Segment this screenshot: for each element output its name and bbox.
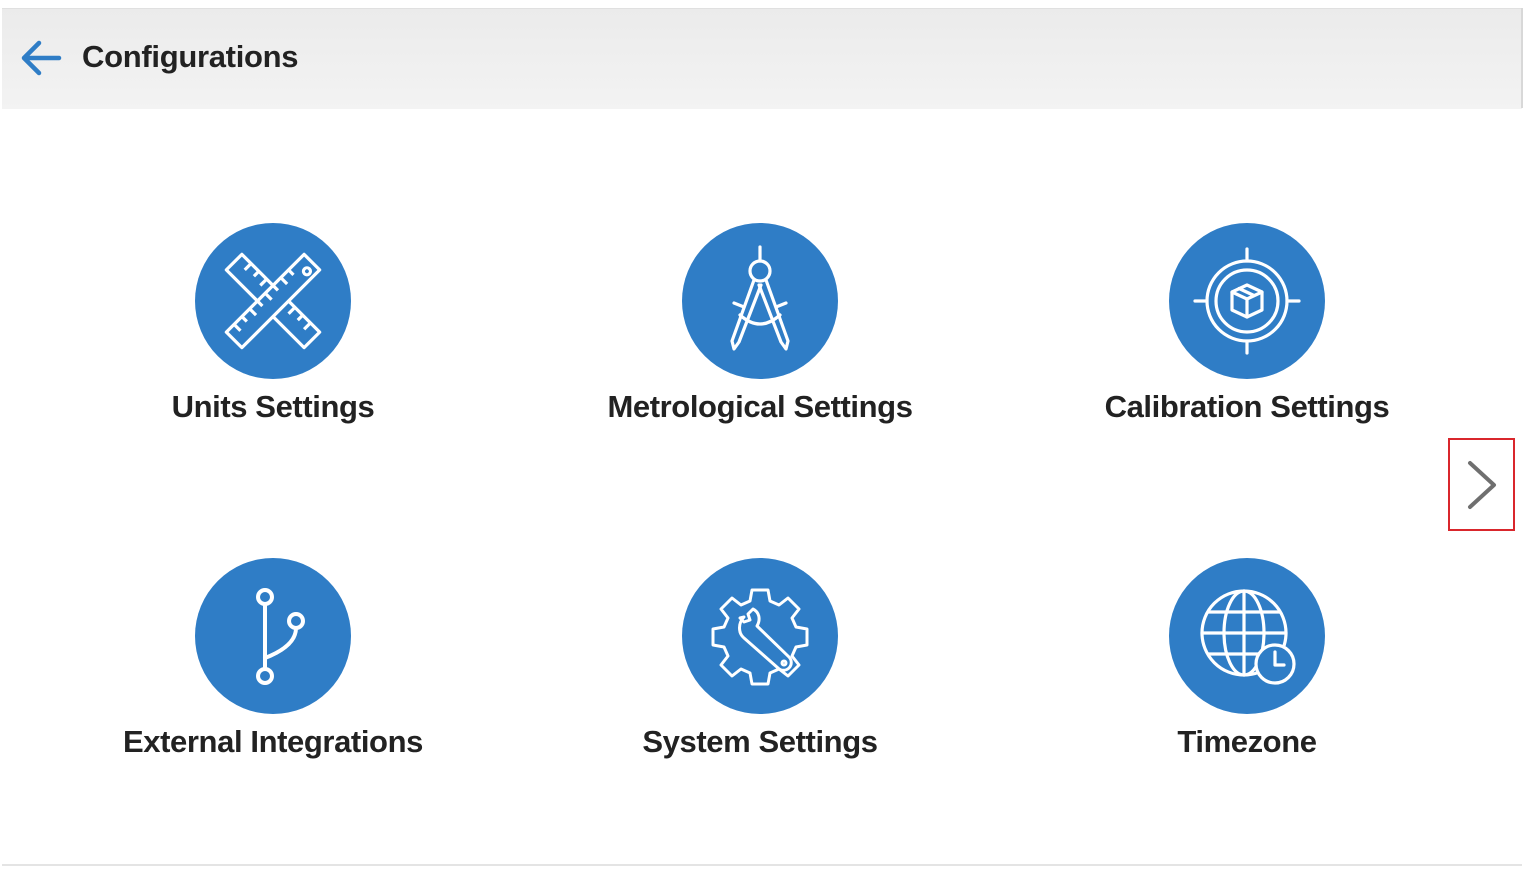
- configurations-screen: Configurations Units Settings Metrologic…: [0, 0, 1524, 870]
- compass-drafting-icon: [730, 245, 790, 351]
- units-settings-tile[interactable]: Units Settings: [63, 223, 483, 443]
- system-settings-icon-circle: [682, 558, 838, 714]
- tile-label: External Integrations: [123, 724, 423, 759]
- gear-wrench-icon: [711, 588, 809, 686]
- metrological-settings-icon-circle: [682, 223, 838, 379]
- back-button[interactable]: [16, 33, 66, 83]
- external-integrations-icon-circle: [195, 558, 351, 714]
- units-settings-icon-circle: [195, 223, 351, 379]
- calibration-settings-tile[interactable]: Calibration Settings: [1037, 223, 1457, 443]
- chevron-right-icon: [1467, 460, 1496, 509]
- calibration-settings-icon-circle: [1169, 223, 1325, 379]
- next-page-button[interactable]: [1448, 438, 1515, 531]
- tile-label: Timezone: [1177, 724, 1317, 759]
- metrological-settings-tile[interactable]: Metrological Settings: [550, 223, 970, 443]
- external-integrations-tile[interactable]: External Integrations: [63, 558, 483, 778]
- system-settings-tile[interactable]: System Settings: [550, 558, 970, 778]
- timezone-tile[interactable]: Timezone: [1037, 558, 1457, 778]
- bottom-divider: [2, 864, 1522, 866]
- tile-label: System Settings: [642, 724, 878, 759]
- globe-clock-icon: [1200, 589, 1296, 685]
- target-box-icon: [1193, 247, 1301, 355]
- timezone-icon-circle: [1169, 558, 1325, 714]
- app-header: Configurations: [2, 8, 1522, 109]
- branch-icon: [256, 588, 305, 685]
- arrow-left-icon: [21, 40, 62, 76]
- tile-label: Units Settings: [171, 389, 375, 424]
- tile-label: Calibration Settings: [1104, 389, 1390, 424]
- header-edge-divider: [1521, 8, 1523, 108]
- page-title: Configurations: [82, 39, 299, 74]
- tile-label: Metrological Settings: [607, 389, 913, 424]
- crossed-rulers-icon: [224, 252, 322, 350]
